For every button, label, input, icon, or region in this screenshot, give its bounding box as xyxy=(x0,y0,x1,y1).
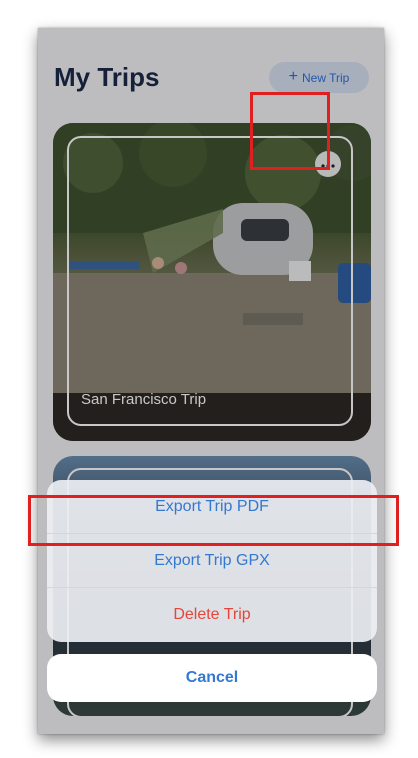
phone-screen: My Trips + New Trip San Francisco Trip E… xyxy=(38,28,384,734)
highlight-box-options xyxy=(250,92,330,170)
highlight-box-export-pdf xyxy=(28,495,399,546)
delete-trip-option[interactable]: Delete Trip xyxy=(47,588,377,641)
cancel-button[interactable]: Cancel xyxy=(47,654,377,702)
